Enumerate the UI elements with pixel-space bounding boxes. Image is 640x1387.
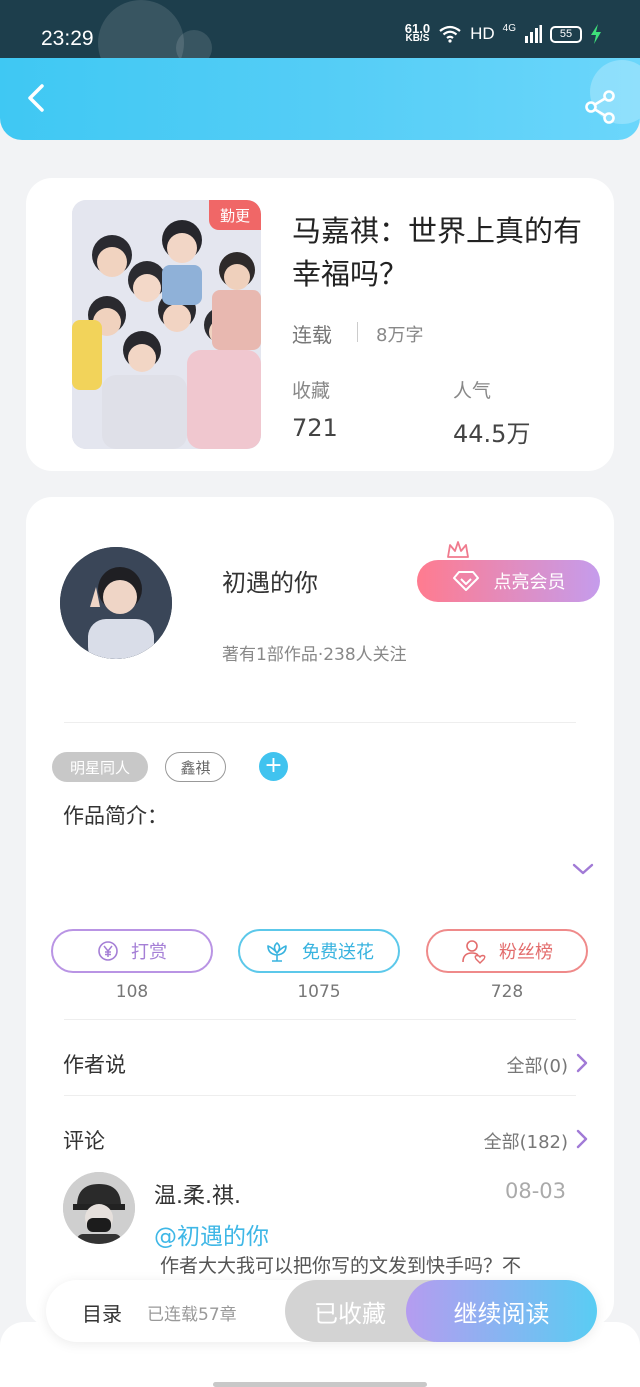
word-count: 8万字 — [376, 325, 424, 346]
signal-type: 4G — [502, 22, 516, 34]
favorites-value: 721 — [292, 414, 338, 442]
hd-indicator: HD — [470, 24, 495, 43]
send-flower-button[interactable]: 免费送花 — [238, 929, 400, 973]
update-badge: 勤更 — [209, 200, 261, 230]
flower-icon — [267, 941, 287, 962]
chevron-down-icon[interactable] — [571, 861, 595, 877]
author-name[interactable]: 初遇的你 — [222, 563, 318, 598]
chevron-right-icon[interactable] — [576, 1129, 588, 1149]
net-speed-unit: KB/S — [405, 33, 430, 44]
flower-count: 1075 — [297, 982, 341, 1002]
cover-image — [72, 200, 261, 449]
status-bar: 23:29 61.0 KB/S HD 4G 55 — [0, 0, 640, 86]
fans-rank-label: 粉丝榜 — [499, 942, 553, 963]
author-avatar[interactable] — [60, 547, 172, 659]
serial-status: 连载 — [292, 323, 332, 347]
divider — [64, 1019, 576, 1020]
add-tag-button[interactable]: + — [259, 752, 288, 781]
commenter-name: 温.柔.祺. — [154, 1184, 241, 1209]
battery-icon: 55 — [550, 25, 582, 43]
book-info-card: 勤更 马嘉祺：世界上真的有幸福吗？ 连载 8万字 收藏 721 人气 44.5万 — [26, 178, 614, 471]
intro-label: 作品简介： — [63, 804, 168, 828]
vip-button[interactable]: 点亮会员 — [417, 560, 600, 602]
favorites-label: 收藏 — [292, 380, 331, 402]
comments-label: 评论 — [63, 1129, 105, 1153]
divider — [64, 722, 576, 723]
book-title: 马嘉祺：世界上真的有幸福吗？ — [292, 214, 583, 291]
book-cover[interactable]: 勤更 — [72, 200, 261, 449]
details-card: 初遇的你 点亮会员 著有1部作品·238人关注 明星同人 鑫祺 + 作品简介： … — [26, 497, 614, 1327]
diamond-icon — [452, 571, 479, 591]
status-time: 23:29 — [41, 27, 94, 50]
crown-icon — [447, 541, 469, 558]
signal-icon — [525, 25, 542, 43]
fans-rank-button[interactable]: 粉丝榜 — [426, 929, 588, 973]
avatar-image — [63, 1172, 135, 1244]
popularity-label: 人气 — [453, 380, 492, 402]
fan-icon — [462, 940, 486, 964]
commenter-avatar[interactable] — [63, 1172, 135, 1244]
popularity-value: 44.5万 — [453, 420, 531, 448]
avatar-image — [60, 547, 172, 659]
continue-reading-button[interactable]: 继续阅读 — [406, 1280, 597, 1342]
author-meta: 著有1部作品·238人关注 — [222, 645, 407, 665]
back-button[interactable] — [20, 78, 60, 118]
collected-label: 已收藏 — [314, 1299, 386, 1328]
comment-text: 作者大大我可以把你写的文发到快手吗？不 — [160, 1255, 522, 1277]
divider — [357, 322, 358, 342]
bottom-action-bar: 目录 已连载57章 已收藏 继续阅读 — [46, 1280, 597, 1342]
reward-label: 打赏 — [131, 942, 167, 963]
send-flower-label: 免费送花 — [302, 942, 374, 963]
toc-button[interactable]: 目录 — [82, 1298, 122, 1327]
author-says-label: 作者说 — [63, 1053, 126, 1077]
top-header — [0, 58, 640, 140]
net-speed: 61.0 KB/S — [405, 22, 430, 44]
tag-pairing[interactable]: 鑫祺 — [165, 752, 226, 782]
chevron-right-icon[interactable] — [576, 1053, 588, 1073]
fans-count: 728 — [490, 982, 524, 1002]
wifi-icon — [439, 25, 461, 43]
chapter-count: 已连载57章 — [147, 1305, 237, 1325]
home-indicator — [213, 1382, 427, 1387]
comments-all-link[interactable]: 全部(182) — [484, 1128, 568, 1154]
tag-category[interactable]: 明星同人 — [52, 752, 148, 782]
author-says-all-link[interactable]: 全部(0) — [507, 1052, 569, 1078]
comment-mention[interactable]: @初遇的你 — [154, 1217, 269, 1251]
yen-icon — [98, 941, 118, 961]
status-icons: 61.0 KB/S HD 4G 55 — [405, 22, 602, 44]
divider — [64, 1095, 576, 1096]
share-button[interactable] — [582, 88, 620, 126]
comment-date: 08-03 — [504, 1179, 566, 1203]
vip-button-label: 点亮会员 — [493, 572, 566, 593]
charging-icon — [591, 24, 601, 44]
reward-count: 108 — [115, 982, 149, 1002]
continue-reading-label: 继续阅读 — [453, 1299, 550, 1328]
reward-button[interactable]: 打赏 — [51, 929, 213, 973]
